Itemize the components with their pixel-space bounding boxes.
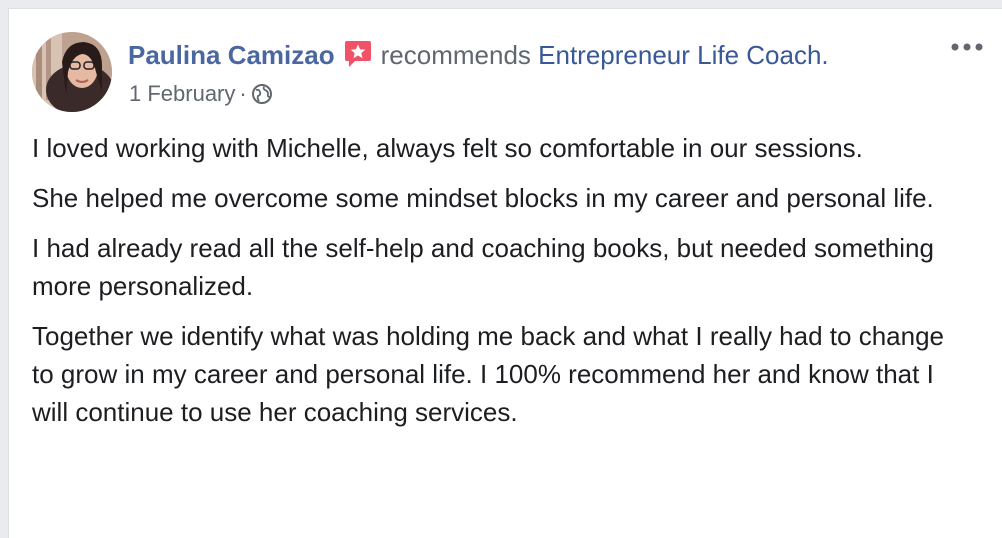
- recommendation-star-icon: [341, 37, 373, 69]
- post-title-line: Paulina Camizao recommends Entrepreneur L…: [128, 37, 829, 72]
- post-paragraph: I loved working with Michelle, always fe…: [32, 133, 863, 163]
- post-paragraph: I had already read all the self-help and…: [32, 233, 934, 301]
- recommends-verb: recommends: [380, 40, 531, 70]
- post-card: Paulina Camizao recommends Entrepreneur L…: [8, 8, 1002, 538]
- more-options-icon[interactable]: [950, 39, 984, 55]
- post-meta: 1 February ·: [129, 80, 273, 108]
- globe-icon[interactable]: [251, 83, 273, 105]
- avatar-photo: [32, 32, 112, 112]
- author-name[interactable]: Paulina Camizao: [128, 40, 335, 70]
- post-paragraph: Together we identify what was holding me…: [32, 321, 944, 427]
- post-header: Paulina Camizao recommends Entrepreneur L…: [9, 9, 1002, 119]
- post-date[interactable]: 1 February: [129, 81, 235, 106]
- post-paragraph: She helped me overcome some mindset bloc…: [32, 183, 934, 213]
- meta-separator: ·: [239, 81, 247, 106]
- page-link[interactable]: Entrepreneur Life Coach.: [538, 40, 829, 70]
- post-body: I loved working with Michelle, always fe…: [32, 129, 972, 443]
- avatar[interactable]: [32, 32, 112, 112]
